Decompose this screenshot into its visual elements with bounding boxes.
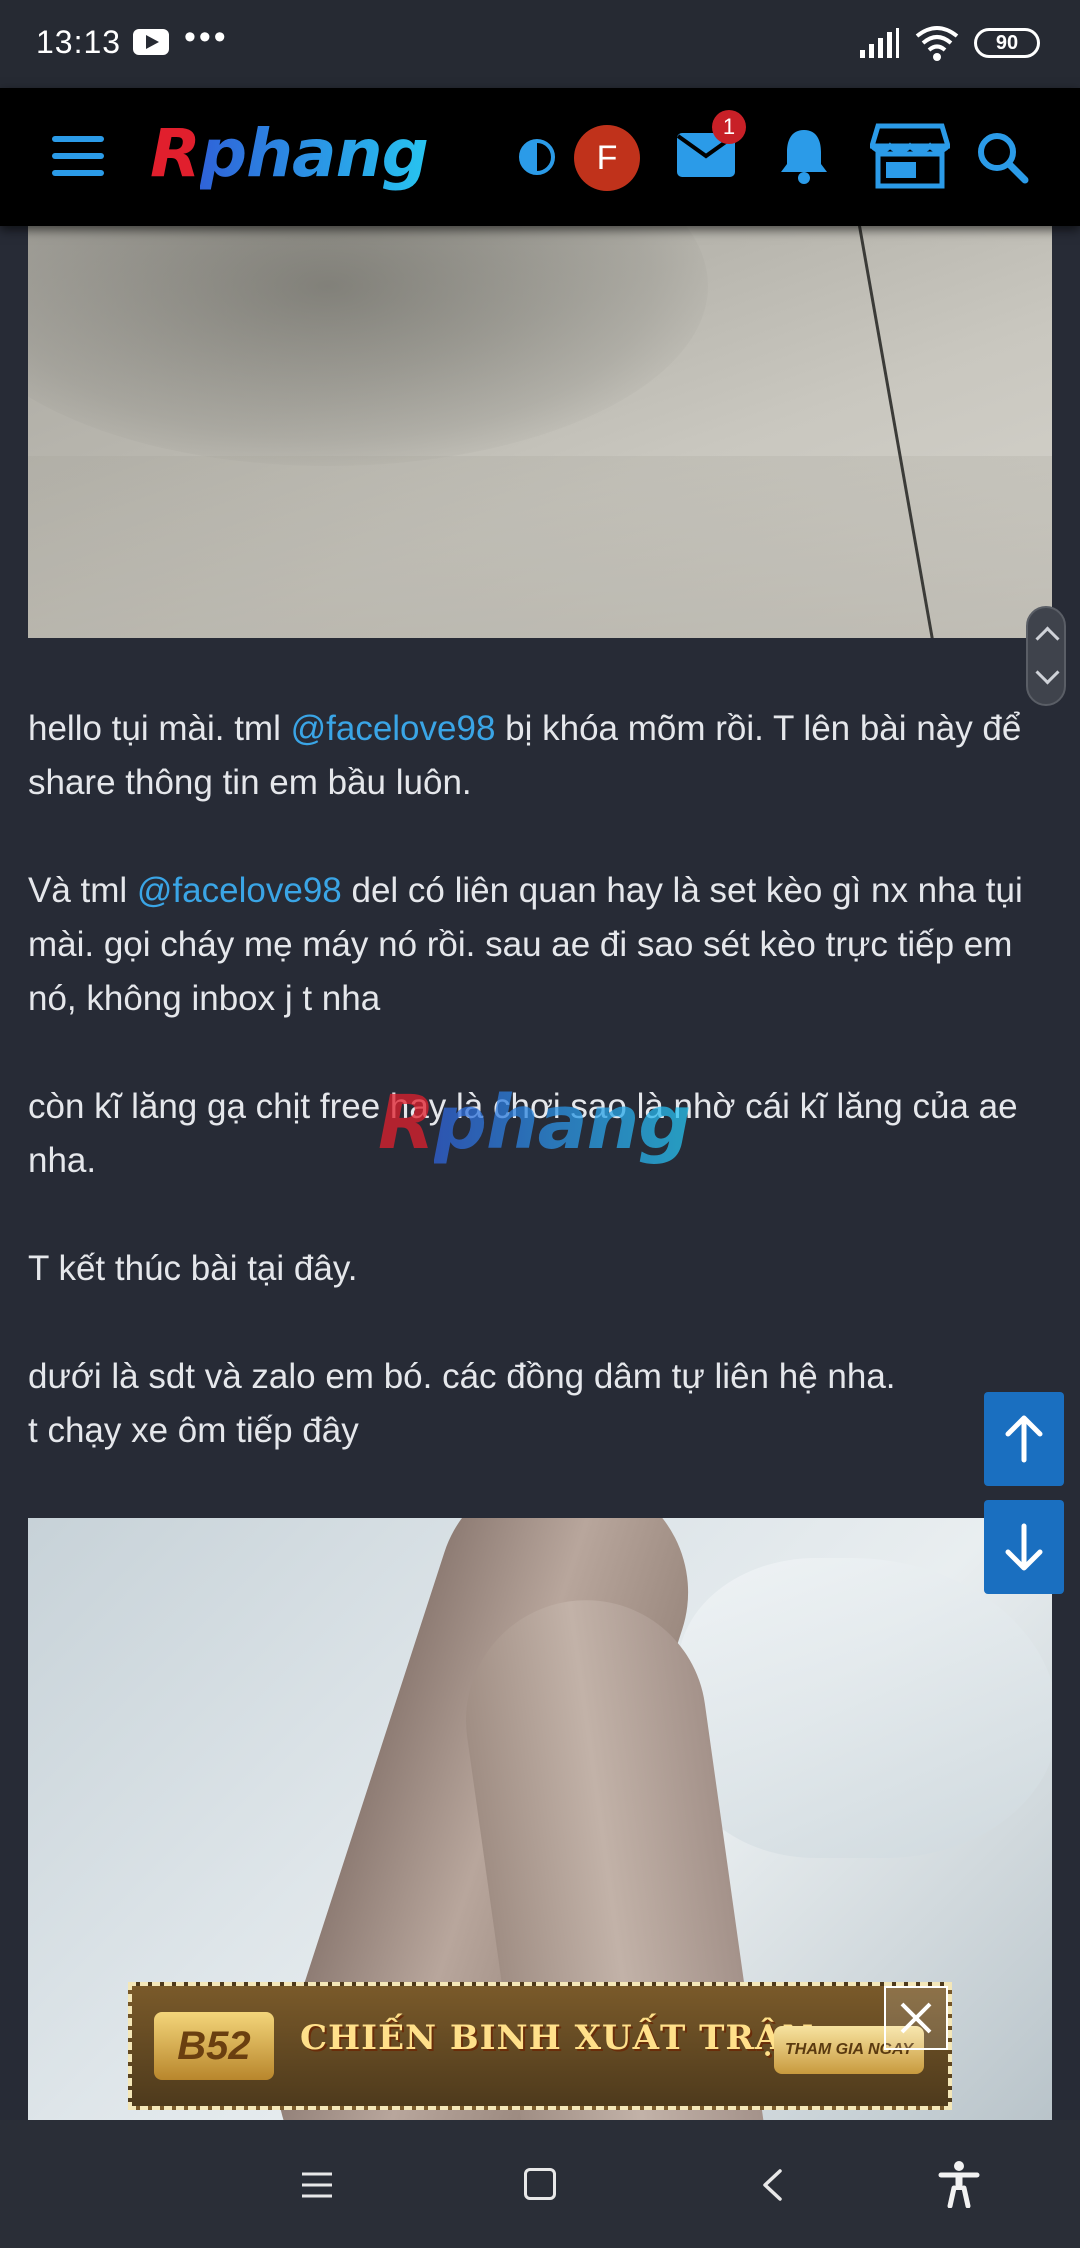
menu-icon[interactable] (300, 2170, 334, 2200)
back-icon[interactable] (760, 2168, 784, 2202)
mail-badge: 1 (712, 110, 746, 144)
status-bar: 13:13 ••• 90 (0, 0, 1080, 88)
post-paragraph: dưới là sdt và zalo em bó. các đồng dâm … (28, 1350, 1058, 1458)
close-icon[interactable] (884, 1986, 948, 2050)
ad-logo: B52 (154, 2012, 274, 2080)
more-notifications-icon: ••• (184, 18, 229, 56)
post-paragraph: hello tụi mài. tml @facelove98 bị khóa m… (28, 702, 1058, 810)
arrow-up-icon (1005, 1415, 1043, 1463)
bell-icon[interactable] (776, 126, 832, 184)
post-image-top[interactable] (28, 226, 1052, 638)
store-icon[interactable] (870, 122, 950, 190)
chevron-up-icon[interactable] (1035, 626, 1060, 651)
arrow-down-icon (1005, 1523, 1043, 1571)
scroll-to-bottom-button[interactable] (984, 1500, 1064, 1594)
signal-icon (860, 28, 899, 58)
image-sheet-fold (678, 1558, 1052, 1858)
accessibility-icon[interactable] (938, 2160, 980, 2208)
battery-level: 90 (995, 32, 1019, 54)
paragraph-text: Và tml (28, 871, 137, 910)
image-shadow (28, 226, 708, 466)
watermark-text: phang (433, 1080, 691, 1166)
paragraph-line: t chạy xe ôm tiếp đây (28, 1411, 359, 1450)
status-time: 13:13 (36, 24, 122, 60)
chevron-down-icon[interactable] (1035, 660, 1060, 685)
youtube-icon (133, 29, 169, 55)
scroll-to-top-button[interactable] (984, 1392, 1064, 1486)
search-icon[interactable] (975, 130, 1029, 184)
site-header: Rphang F 1 (0, 88, 1080, 226)
paragraph-line: dưới là sdt và zalo em bó. các đồng dâm … (28, 1357, 896, 1396)
system-nav-bar (0, 2120, 1080, 2248)
paragraph-text: hello tụi mài. tml (28, 709, 291, 748)
image-floor (28, 456, 1052, 638)
logo-text: phang (199, 115, 429, 192)
post-paragraph: Và tml @facelove98 del có liên quan hay … (28, 864, 1058, 1026)
user-mention-link[interactable]: @facelove98 (137, 871, 342, 910)
site-watermark: Rphang (378, 1080, 691, 1166)
user-avatar[interactable]: F (574, 125, 640, 191)
watermark-initial: R (378, 1080, 435, 1166)
user-mention-link[interactable]: @facelove98 (291, 709, 496, 748)
home-icon[interactable] (524, 2168, 556, 2200)
page-scroll-control[interactable] (1026, 606, 1066, 706)
ad-title: CHIẾN BINH XUẤT TRẬN (300, 2018, 815, 2058)
site-logo[interactable]: Rphang (150, 114, 429, 194)
post-paragraph: T kết thúc bài tại đây. (28, 1249, 358, 1288)
battery-icon: 90 (974, 28, 1040, 58)
wifi-icon (915, 26, 959, 61)
ad-banner[interactable]: B52 CHIẾN BINH XUẤT TRẬN THAM GIA NGAY (128, 1982, 952, 2110)
hamburger-icon[interactable] (52, 136, 108, 178)
theme-toggle-icon[interactable] (518, 138, 556, 176)
logo-initial: R (150, 115, 201, 192)
